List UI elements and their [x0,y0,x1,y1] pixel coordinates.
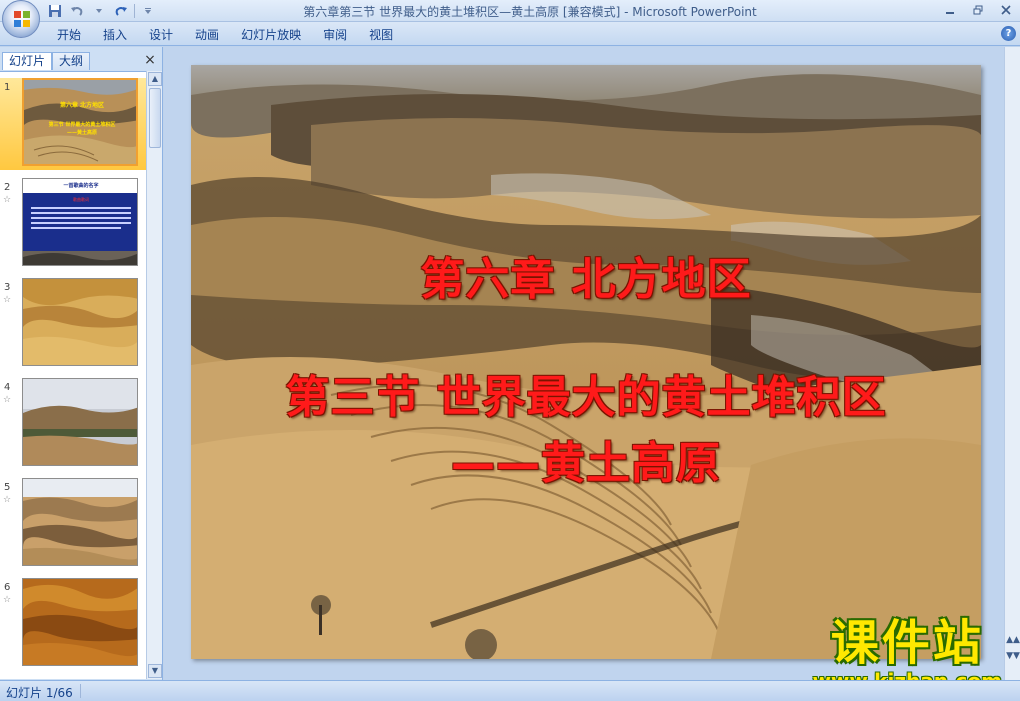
close-panel-icon[interactable]: × [143,53,157,67]
slide-preview[interactable]: 一首歌曲的名字 歌曲歌词 [22,178,138,266]
slide-number: 1 [4,82,11,93]
office-button[interactable] [2,0,40,38]
toolbar-separator [134,4,135,18]
tab-animations[interactable]: 动画 [184,26,230,44]
tab-view[interactable]: 视图 [358,26,404,44]
scroll-up-icon[interactable]: ▲ [148,72,162,86]
tab-slides[interactable]: 幻灯片 [2,52,53,70]
slide-preview[interactable] [22,378,138,466]
slide-title-subtitle[interactable]: ——黄土高原 [191,427,981,491]
help-icon[interactable]: ? [1001,26,1016,41]
slide-title-chapter[interactable]: 第六章 北方地区 [191,243,981,307]
tab-outline[interactable]: 大纲 [52,52,91,70]
slide-preview[interactable]: 第六章 北方地区 第三节 世界最大的黄土堆积区 ——黄土高原 [22,78,138,166]
slide-preview[interactable] [22,578,138,666]
status-separator [80,684,81,698]
tab-design[interactable]: 设计 [138,26,184,44]
slide-editing-area: 第六章 北方地区 第三节 世界最大的黄土堆积区 ——黄土高原 课件站 www.k… [164,47,1020,693]
slides-panel: 幻灯片 大纲 × 1 第六章 北方地区 第三节 世界最大的黄土堆积区 ——黄土高… [0,47,163,680]
slide-thumbnail-6[interactable]: 6 ☆ [0,578,146,670]
slide-thumbnail-list: 1 第六章 北方地区 第三节 世界最大的黄土堆积区 ——黄土高原 2 ☆ 一首歌… [0,71,146,679]
status-bar: 幻灯片 1/66 [0,680,1020,701]
redo-icon[interactable] [112,2,130,20]
slide-preview[interactable] [22,278,138,366]
slide-preview[interactable] [22,478,138,566]
animation-star-icon: ☆ [3,595,12,605]
chevron-down-icon[interactable] [90,2,108,20]
tab-slide-show[interactable]: 幻灯片放映 [230,26,312,44]
undo-icon[interactable] [68,2,86,20]
slide-thumbnail-3[interactable]: 3 ☆ [0,278,146,370]
quick-access-toolbar [46,2,157,20]
svg-text:歌曲歌词: 歌曲歌词 [73,196,89,202]
title-separator: - [620,5,633,19]
next-slide-icon[interactable]: ▼▼ [1006,649,1020,663]
animation-star-icon: ☆ [3,495,12,505]
svg-text:——黄土高原: ——黄土高原 [67,129,97,136]
app-name: Microsoft PowerPoint [632,5,757,19]
window-title: 第六章第三节 世界最大的黄土堆积区—黄土高原 [兼容模式] - Microsof… [150,3,910,20]
watermark-brand: 课件站 [830,615,984,671]
window-controls [940,2,1016,18]
panel-tabs: 幻灯片 大纲 × [0,50,163,70]
slide-canvas[interactable]: 第六章 北方地区 第三节 世界最大的黄土堆积区 ——黄土高原 [191,65,981,659]
title-bar: 第六章第三节 世界最大的黄土堆积区—黄土高原 [兼容模式] - Microsof… [0,0,1020,38]
slide-number: 5 [4,482,11,493]
animation-star-icon: ☆ [3,395,12,405]
slide-number: 2 [4,182,11,193]
svg-text:一首歌曲的名字: 一首歌曲的名字 [63,182,98,189]
scrollbar-thumb[interactable] [149,88,161,148]
slide-number: 3 [4,282,11,293]
slide-scrollbar[interactable]: ▲▲ ▼▼ [1004,47,1020,680]
ribbon-tabs: 开始 插入 设计 动画 幻灯片放映 审阅 视图 [46,26,404,44]
slide-thumbnail-5[interactable]: 5 ☆ [0,478,146,570]
animation-star-icon: ☆ [3,295,12,305]
animation-star-icon: ☆ [3,195,12,205]
slide-thumbnail-4[interactable]: 4 ☆ [0,378,146,470]
slide-number: 6 [4,582,11,593]
slide-number: 4 [4,382,11,393]
slide-counter: 幻灯片 1/66 [6,686,73,700]
scroll-down-icon[interactable]: ▼ [148,664,162,678]
minimize-icon[interactable] [940,2,960,18]
slide-thumbnail-1[interactable]: 1 第六章 北方地区 第三节 世界最大的黄土堆积区 ——黄土高原 [0,78,146,170]
tab-home[interactable]: 开始 [46,26,92,44]
office-logo-icon [14,11,30,27]
tab-insert[interactable]: 插入 [92,26,138,44]
ribbon: 开始 插入 设计 动画 幻灯片放映 审阅 视图 ? [0,22,1020,46]
slide-thumbnail-2[interactable]: 2 ☆ 一首歌曲的名字 歌曲歌词 [0,178,146,270]
tab-review[interactable]: 审阅 [312,26,358,44]
restore-icon[interactable] [968,2,988,18]
save-icon[interactable] [46,2,64,20]
close-icon[interactable] [996,2,1016,18]
svg-text:第三节 世界最大的黄土堆积区: 第三节 世界最大的黄土堆积区 [49,121,116,128]
svg-text:第六章 北方地区: 第六章 北方地区 [59,101,104,109]
document-title: 第六章第三节 世界最大的黄土堆积区—黄土高原 [兼容模式] [303,5,621,19]
previous-slide-icon[interactable]: ▲▲ [1006,633,1020,647]
thumbnail-scrollbar[interactable]: ▲ ▼ [146,71,162,679]
slide-title-section[interactable]: 第三节 世界最大的黄土堆积区 [191,361,981,425]
